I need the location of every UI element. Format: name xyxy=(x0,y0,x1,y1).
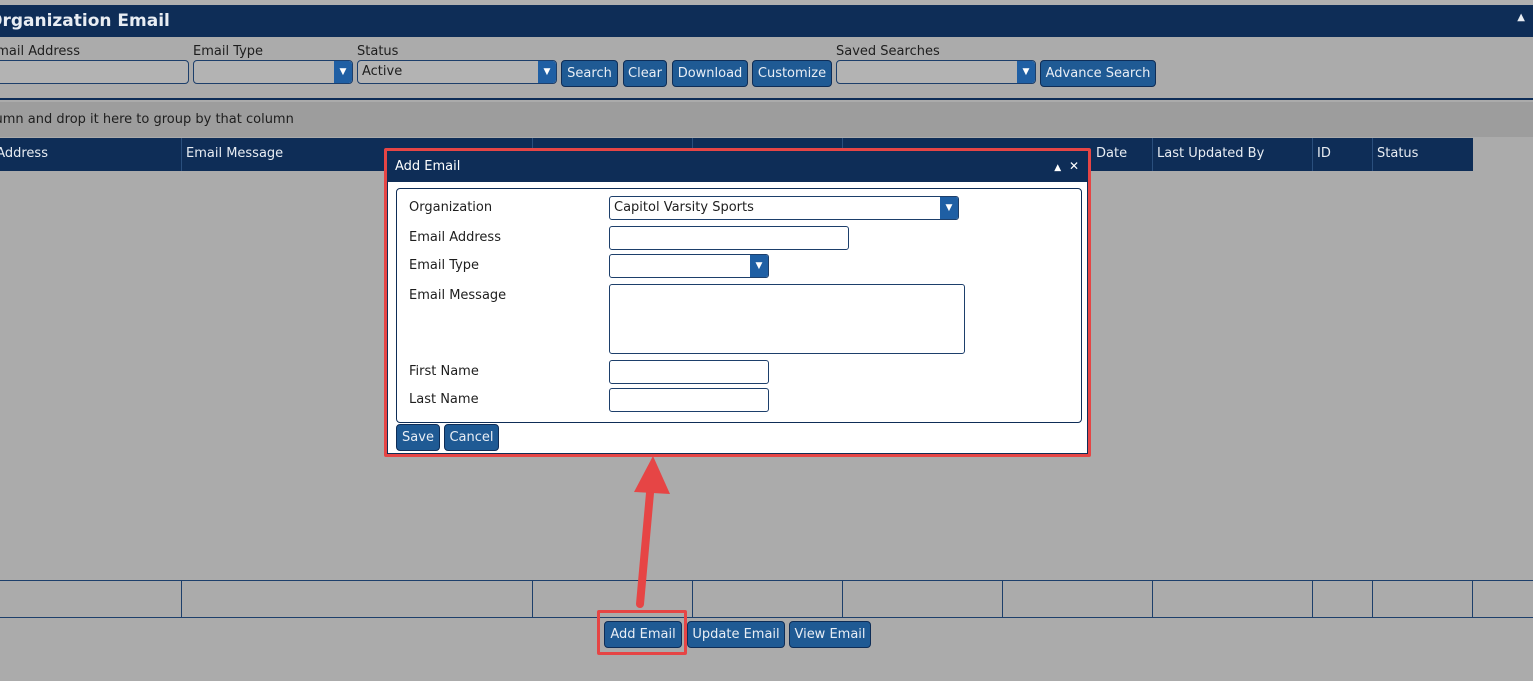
status-filter-select[interactable]: Active ▼ xyxy=(357,60,557,84)
close-icon[interactable]: ✕ xyxy=(1069,159,1079,173)
view-email-button[interactable]: View Email xyxy=(789,621,871,648)
saved-searches-select[interactable]: ▼ xyxy=(836,60,1036,84)
footer-cell xyxy=(1372,581,1472,617)
last-name-field[interactable] xyxy=(609,388,769,412)
address-filter-label: Email Address xyxy=(0,44,80,59)
status-filter-label: Status xyxy=(357,44,399,59)
email-type-filter-label: Email Type xyxy=(193,44,264,59)
search-button[interactable]: Search xyxy=(561,60,618,87)
email-message-textarea[interactable] xyxy=(609,284,965,354)
divider xyxy=(0,98,1533,100)
column-header-id[interactable]: ID xyxy=(1312,138,1372,171)
grid-footer-row xyxy=(0,580,1533,618)
last-name-label: Last Name xyxy=(409,392,479,407)
address-filter-input[interactable] xyxy=(0,60,189,84)
update-email-button[interactable]: Update Email xyxy=(687,621,785,648)
footer-cell xyxy=(1002,581,1152,617)
dialog-header: Add Email ▲ ✕ xyxy=(388,152,1087,182)
group-by-hint: Drag a column and drop it here to group … xyxy=(0,112,294,127)
collapse-up-icon[interactable]: ▲ xyxy=(1517,12,1525,23)
organization-label: Organization xyxy=(409,200,493,215)
dropdown-arrow-icon[interactable]: ▼ xyxy=(538,61,556,83)
page-title: Organization Email xyxy=(0,11,170,31)
email-type-select[interactable]: ▼ xyxy=(609,254,769,278)
email-address-label: Email Address xyxy=(409,230,501,245)
clear-button[interactable]: Clear xyxy=(623,60,667,87)
status-filter-value: Active xyxy=(362,64,403,79)
minimize-icon[interactable]: ▲ xyxy=(1054,163,1061,173)
saved-searches-label: Saved Searches xyxy=(836,44,940,59)
email-type-label: Email Type xyxy=(409,258,480,273)
first-name-label: First Name xyxy=(409,364,479,379)
save-button[interactable]: Save xyxy=(396,424,440,451)
organization-select[interactable]: Capitol Varsity Sports ▼ xyxy=(609,196,959,220)
column-header-last-updated-by[interactable]: Last Updated By xyxy=(1152,138,1312,171)
customize-button[interactable]: Customize xyxy=(752,60,832,87)
dialog-form: Organization Capitol Varsity Sports ▼ Em… xyxy=(396,188,1082,423)
organization-value: Capitol Varsity Sports xyxy=(614,200,754,215)
advance-search-button[interactable]: Advance Search xyxy=(1040,60,1156,87)
column-header-email-address[interactable]: Email Address xyxy=(0,138,182,171)
footer-cell xyxy=(692,581,842,617)
add-email-dialog: Add Email ▲ ✕ Organization Capitol Varsi… xyxy=(387,151,1088,454)
footer-cell xyxy=(1312,581,1372,617)
column-header-status[interactable]: Status xyxy=(1372,138,1473,171)
cancel-button[interactable]: Cancel xyxy=(444,424,499,451)
add-email-button[interactable]: Add Email xyxy=(604,621,682,648)
email-address-field[interactable] xyxy=(609,226,849,250)
email-message-label: Email Message xyxy=(409,288,507,303)
footer-cell xyxy=(842,581,1002,617)
dropdown-arrow-icon[interactable]: ▼ xyxy=(334,61,352,83)
footer-cell xyxy=(1472,581,1533,617)
footer-cell xyxy=(1152,581,1312,617)
download-button[interactable]: Download xyxy=(672,60,748,87)
dialog-title: Add Email xyxy=(395,159,461,174)
dropdown-arrow-icon[interactable]: ▼ xyxy=(1017,61,1035,83)
first-name-field[interactable] xyxy=(609,360,769,384)
group-by-drop-zone[interactable]: Drag a column and drop it here to group … xyxy=(0,102,1533,137)
email-type-filter-select[interactable]: ▼ xyxy=(193,60,353,84)
page-title-bar: Organization Email ▲ xyxy=(0,5,1533,37)
footer-cell xyxy=(181,581,532,617)
dropdown-arrow-icon[interactable]: ▼ xyxy=(750,255,768,277)
column-header-date[interactable]: Date xyxy=(1092,138,1152,171)
dropdown-arrow-icon[interactable]: ▼ xyxy=(940,197,958,219)
